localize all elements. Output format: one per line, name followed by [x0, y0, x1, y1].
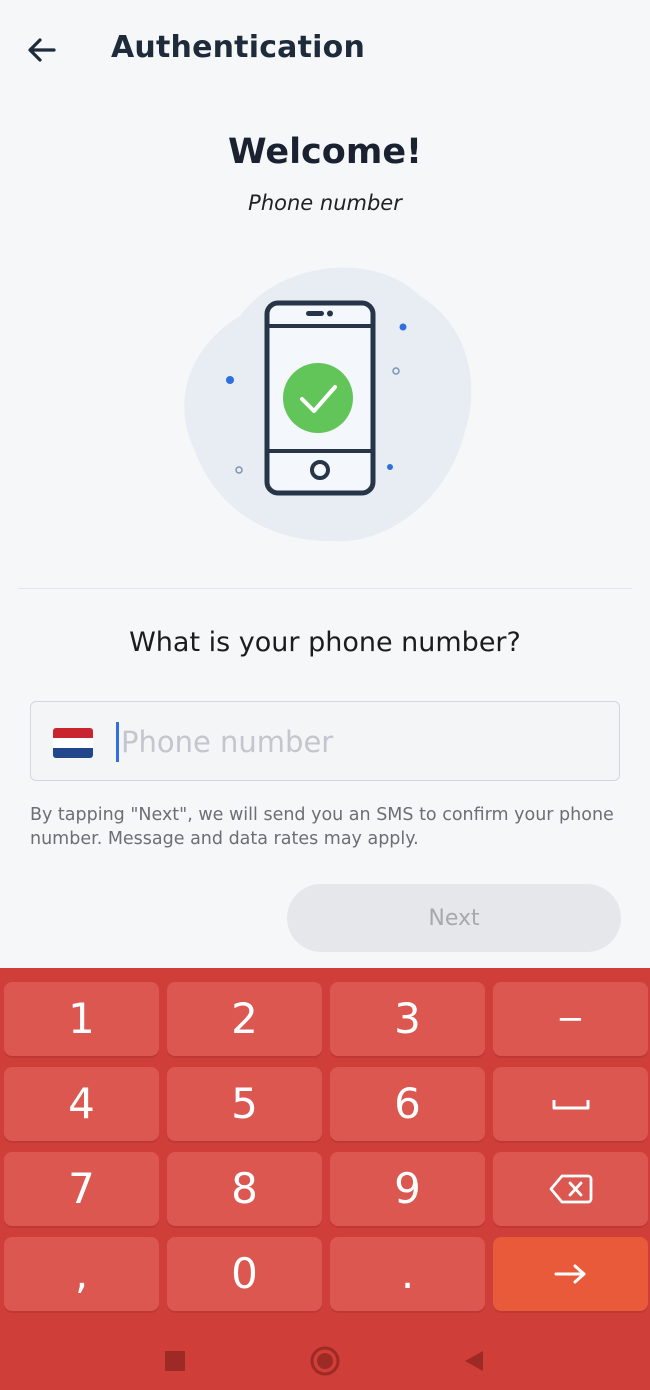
key-3-label: 3: [394, 994, 421, 1043]
key-period-label: .: [400, 1249, 415, 1298]
triangle-back-icon: [465, 1351, 483, 1371]
key-1-label: 1: [68, 994, 95, 1043]
sms-disclaimer: By tapping "Next", we will send you an S…: [30, 805, 614, 849]
back-button[interactable]: [20, 28, 64, 72]
netherlands-flag-icon[interactable]: [53, 728, 93, 758]
divider: [18, 588, 632, 589]
phone-question: What is your phone number?: [129, 627, 521, 658]
key-3[interactable]: 3: [330, 982, 485, 1056]
key-dash[interactable]: −: [493, 982, 648, 1056]
text-cursor: [116, 722, 119, 762]
key-2-label: 2: [231, 994, 258, 1043]
key-8[interactable]: 8: [167, 1152, 322, 1226]
recents-button[interactable]: [157, 1343, 193, 1379]
system-nav-bar: [0, 1325, 650, 1390]
arrow-left-icon: [28, 38, 56, 62]
key-0-label: 0: [231, 1249, 258, 1298]
next-button[interactable]: Next: [287, 884, 621, 952]
key-7[interactable]: 7: [4, 1152, 159, 1226]
key-backspace[interactable]: [493, 1152, 648, 1226]
phone-field[interactable]: [30, 701, 620, 781]
key-6-label: 6: [394, 1079, 421, 1128]
key-period[interactable]: .: [330, 1237, 485, 1311]
key-5[interactable]: 5: [167, 1067, 322, 1141]
phone-input[interactable]: [121, 714, 601, 770]
welcome-heading: Welcome!: [227, 132, 423, 172]
key-6[interactable]: 6: [330, 1067, 485, 1141]
square-icon: [165, 1351, 185, 1371]
key-4-label: 4: [68, 1079, 95, 1128]
page-title: Authentication: [111, 30, 366, 65]
key-comma-label: ,: [74, 1249, 89, 1298]
key-space[interactable]: [493, 1067, 648, 1141]
system-back-button[interactable]: [456, 1343, 492, 1379]
phone-check-illustration: [170, 256, 490, 556]
backspace-icon: [549, 1174, 592, 1204]
app-bar: Authentication: [0, 0, 650, 100]
key-4[interactable]: 4: [4, 1067, 159, 1141]
subtitle: Phone number: [248, 191, 402, 215]
key-0[interactable]: 0: [167, 1237, 322, 1311]
key-enter[interactable]: [493, 1237, 648, 1311]
key-comma[interactable]: ,: [4, 1237, 159, 1311]
key-9[interactable]: 9: [330, 1152, 485, 1226]
key-2[interactable]: 2: [167, 982, 322, 1056]
enter-arrow-icon: [554, 1264, 585, 1284]
key-9-label: 9: [394, 1164, 421, 1213]
key-dash-label: −: [556, 999, 585, 1039]
circle-icon: [310, 1346, 340, 1376]
home-button[interactable]: [307, 1343, 343, 1379]
key-5-label: 5: [231, 1079, 258, 1128]
space-icon: [552, 1100, 589, 1110]
key-7-label: 7: [68, 1164, 95, 1213]
key-8-label: 8: [231, 1164, 258, 1213]
key-1[interactable]: 1: [4, 982, 159, 1056]
